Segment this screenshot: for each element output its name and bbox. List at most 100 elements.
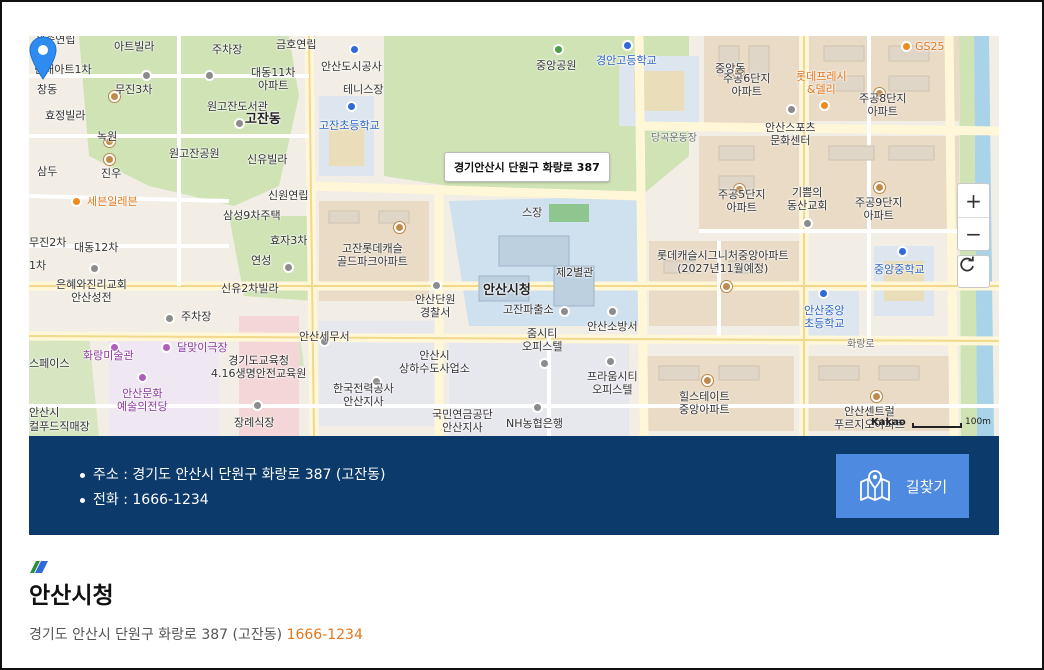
map-label: 안산시 상하수도사업소: [399, 349, 470, 375]
map-label: 효정빌라: [45, 109, 86, 122]
map-label: 금호연립: [276, 38, 317, 51]
map-label: 창동: [37, 83, 58, 96]
map-label: 주차장: [212, 43, 243, 56]
school-icon[interactable]: [622, 40, 633, 51]
page-title: 안산시청: [29, 583, 114, 609]
map-label: 안산도시공사: [321, 60, 382, 73]
map-label: NH농협은행: [506, 417, 563, 430]
map-label: 삼성9차주택: [223, 209, 281, 222]
map-label: 세븐일레븐: [87, 195, 138, 208]
poi-icon[interactable]: [141, 70, 152, 81]
map-label: 프라움시티 오피스텔: [587, 370, 638, 396]
police-icon[interactable]: [431, 280, 442, 291]
map-label: 테니스장: [343, 83, 384, 96]
map-label: 컬푸드직매장: [29, 420, 90, 433]
building-icon[interactable]: [349, 44, 360, 55]
refresh-button[interactable]: [957, 255, 990, 288]
title-accent-icon: [30, 561, 48, 573]
map-label: 주차장: [181, 310, 212, 323]
map-label: 스페이스: [29, 357, 70, 370]
map-label: 무진2차: [29, 236, 67, 249]
map-label: 중앙공원: [536, 59, 577, 72]
fire-station-icon[interactable]: [607, 306, 618, 317]
school-icon[interactable]: [346, 101, 357, 112]
apartment-icon[interactable]: [721, 281, 732, 292]
map-label: 한국전력공사 안산지사: [333, 382, 394, 408]
map-label: 안산스포츠 문화센터: [765, 121, 816, 147]
convenience-store-icon[interactable]: [71, 196, 82, 207]
zoom-out-button[interactable]: −: [958, 217, 989, 250]
officetel-icon[interactable]: [539, 358, 550, 369]
map-label: 제2별관: [556, 266, 594, 279]
map-view[interactable]: 세종연립 아트빌라 주차장 금호연립 안산도시공사 중앙공원 경안고등학교 GS…: [29, 36, 999, 436]
apartment-icon[interactable]: [702, 375, 713, 386]
apartment-icon[interactable]: [283, 262, 294, 273]
map-label: 주공6단지 아파트: [723, 72, 771, 98]
map-label: 안산시: [29, 406, 60, 419]
place-address: 경기도 안산시 단원구 화랑로 387 (고잔동) 1666-1234: [29, 624, 363, 644]
directions-button[interactable]: 길찾기: [836, 454, 969, 518]
map-label: 고잔초등학교: [319, 119, 380, 132]
map-label: 원고잔공원: [169, 147, 220, 160]
map-label: 진우: [101, 167, 122, 180]
map-label: 주공5단지 아파트: [718, 188, 766, 214]
funeral-hall-icon[interactable]: [252, 400, 263, 411]
map-label: 안산세무서: [299, 330, 350, 343]
map-label: 효자3차: [270, 234, 308, 247]
kakao-logo: Kakao: [871, 417, 906, 428]
map-label: 은혜와진리교회 안산성전: [56, 278, 127, 304]
location-info-bar: 주소 : 경기도 안산시 단원구 화랑로 387 (고잔동) 전화 : 1666…: [29, 436, 999, 535]
map-label: 스장: [522, 206, 543, 219]
map-label: 경기도교육청 4.16생명안전교육원: [211, 354, 307, 380]
convenience-store-icon[interactable]: [901, 41, 912, 52]
parking-icon[interactable]: [164, 313, 175, 324]
map-label: 화랑로: [847, 339, 875, 350]
map-label: 안산단원 경찰서: [415, 293, 456, 319]
apartment-icon[interactable]: [871, 391, 882, 402]
mart-icon[interactable]: [819, 100, 830, 111]
map-label: 1차: [29, 259, 47, 272]
map-label: 안산시청: [483, 283, 531, 298]
scale-distance: 100m: [965, 417, 991, 427]
map-label: 당곡운동장: [651, 133, 697, 144]
school-icon[interactable]: [818, 288, 829, 299]
map-directions-icon: [859, 470, 890, 501]
map-label: 달맞이극장: [177, 341, 228, 354]
apartment-icon[interactable]: [394, 222, 405, 233]
library-icon[interactable]: [234, 118, 245, 129]
map-label: 고잔롯데캐슬 골드파크아파트: [337, 242, 408, 268]
marker-callout[interactable]: 경기안산시 단원구 화랑로 387: [444, 152, 610, 182]
map-label: 기쁨의 동산교회: [787, 186, 828, 212]
map-label: 롯데프레시 &델리: [796, 70, 847, 96]
sports-center-icon[interactable]: [786, 104, 797, 115]
address-info: 주소 : 경기도 안산시 단원구 화랑로 387 (고잔동): [79, 463, 385, 488]
church-icon[interactable]: [89, 263, 100, 274]
theater-icon[interactable]: [161, 342, 172, 353]
phone-info: 전화 : 1666-1234: [79, 488, 385, 513]
officetel-icon[interactable]: [605, 356, 616, 367]
refresh-icon: [960, 256, 974, 272]
apartment-icon[interactable]: [874, 182, 885, 193]
map-label: 주공8단지 아파트: [859, 92, 907, 118]
apartment-icon[interactable]: [104, 154, 115, 165]
map-label: 고잔파출소: [503, 303, 554, 316]
directions-label: 길찾기: [905, 477, 948, 496]
church-icon[interactable]: [802, 218, 813, 229]
map-label: 안산중앙 초등학교: [804, 304, 845, 330]
location-pin-icon[interactable]: [29, 36, 57, 80]
map-label: 중앙중학교: [874, 263, 925, 276]
map-label: 안산문화 예술의전당: [117, 387, 168, 413]
map-label: 신원연립: [268, 189, 309, 202]
school-icon[interactable]: [897, 246, 908, 257]
park-icon[interactable]: [553, 44, 564, 55]
bank-icon[interactable]: [532, 402, 543, 413]
police-box-icon[interactable]: [559, 306, 570, 317]
phone-link[interactable]: 1666-1234: [287, 627, 363, 643]
arts-center-icon[interactable]: [137, 372, 148, 383]
parking-icon[interactable]: [204, 70, 215, 81]
map-label: 무진3차: [115, 83, 153, 96]
zoom-in-button[interactable]: +: [958, 184, 989, 217]
map-label: 대동12차: [74, 241, 119, 254]
map-label: 경안고등학교: [596, 54, 657, 67]
map-label: 녹원: [97, 130, 118, 143]
